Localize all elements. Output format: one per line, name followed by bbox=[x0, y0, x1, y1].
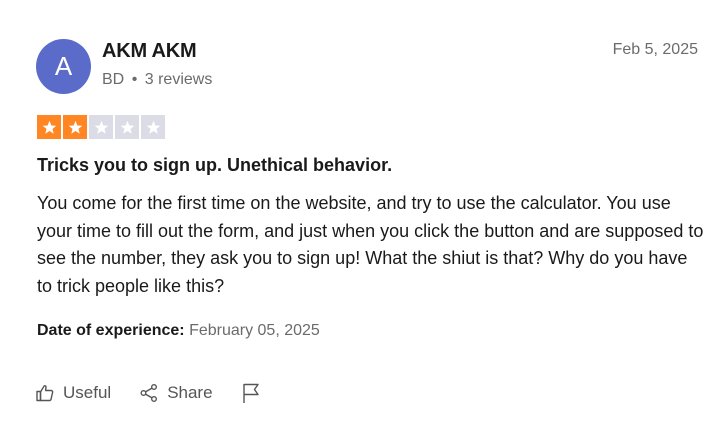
star-empty-icon bbox=[89, 115, 113, 139]
star-filled-icon bbox=[63, 115, 87, 139]
reviewer-meta: BD • 3 reviews bbox=[102, 71, 212, 89]
reviewer-review-count: 3 reviews bbox=[144, 71, 213, 88]
reviewer-country: BD bbox=[102, 71, 125, 88]
review-actions: Useful Share bbox=[35, 382, 289, 404]
share-label: Share bbox=[167, 383, 213, 402]
reviewer-name[interactable]: AKM AKM bbox=[102, 40, 197, 63]
useful-label: Useful bbox=[63, 383, 112, 402]
flag-button[interactable] bbox=[241, 382, 261, 404]
star-rating bbox=[37, 115, 165, 139]
flag-icon bbox=[241, 382, 261, 404]
star-empty-icon bbox=[115, 115, 139, 139]
review-title[interactable]: Tricks you to sign up. Unethical behavio… bbox=[37, 155, 392, 176]
avatar[interactable]: A bbox=[36, 39, 91, 94]
date-of-experience: Date of experience: February 05, 2025 bbox=[37, 322, 320, 340]
star-empty-icon bbox=[141, 115, 165, 139]
meta-separator: • bbox=[131, 71, 138, 88]
avatar-initial: A bbox=[54, 51, 73, 81]
star-filled-icon bbox=[37, 115, 61, 139]
review-card: A AKM AKM BD • 3 reviews Feb 5, 2025 Tri… bbox=[0, 0, 717, 441]
thumbs-up-icon bbox=[35, 383, 55, 403]
experience-label: Date of experience: bbox=[37, 322, 185, 339]
experience-date: February 05, 2025 bbox=[189, 322, 320, 339]
share-button[interactable]: Share bbox=[139, 383, 213, 403]
useful-button[interactable]: Useful bbox=[35, 383, 111, 403]
review-date: Feb 5, 2025 bbox=[612, 41, 698, 58]
share-icon bbox=[139, 383, 159, 403]
review-body: You come for the first time on the websi… bbox=[37, 193, 704, 296]
